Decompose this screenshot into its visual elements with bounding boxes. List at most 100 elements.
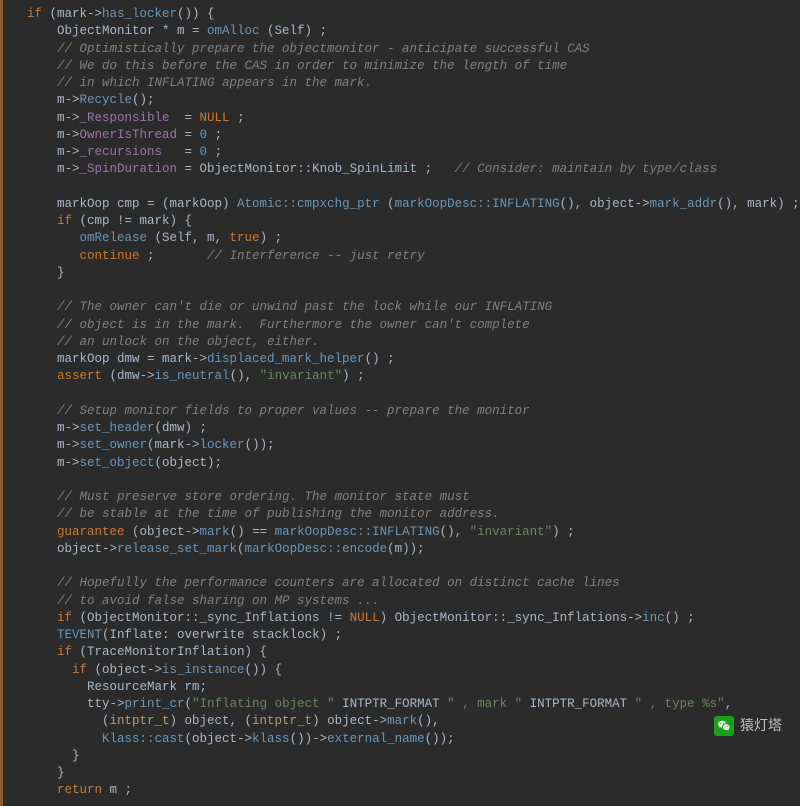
code-text: [27, 628, 57, 642]
code-text: m->: [27, 456, 80, 470]
keyword-null: NULL: [350, 611, 380, 625]
code-text: tty->: [27, 697, 125, 711]
code-text: (object);: [155, 456, 223, 470]
comment: // in which INFLATING appears in the mar…: [27, 76, 372, 90]
method-call: markOopDesc::INFLATING: [275, 525, 440, 539]
code-text: (: [185, 697, 193, 711]
method-call: Atomic::cmpxchg_ptr: [237, 197, 380, 211]
member: _SpinDuration: [80, 162, 178, 176]
keyword-if: if: [27, 214, 72, 228]
code-text: m->: [27, 438, 80, 452]
comment: // Hopefully the performance counters ar…: [27, 576, 620, 590]
member: OwnerIsThread: [80, 128, 178, 142]
code-text: }: [27, 766, 65, 780]
comment: // The owner can't die or unwind past th…: [27, 300, 552, 314]
member: _recursions: [80, 145, 163, 159]
watermark-label: 猿灯塔: [740, 716, 782, 735]
code-text: =: [162, 145, 200, 159]
code-text: ;: [140, 249, 208, 263]
code-text: ) object->: [312, 714, 387, 728]
keyword-assert: assert: [57, 369, 102, 383]
method-call: mark: [387, 714, 417, 728]
code-text: (: [237, 542, 245, 556]
code-text: INTPTR_FORMAT: [522, 697, 635, 711]
code-text: (Self) ;: [260, 24, 328, 38]
code-text: m->: [27, 421, 80, 435]
string: "Inflating object ": [192, 697, 335, 711]
code-text: }: [27, 749, 80, 763]
number: 0: [200, 128, 208, 142]
comment: // Interference -- just retry: [207, 249, 425, 263]
method-call: displaced_mark_helper: [207, 352, 365, 366]
method-call: mark: [200, 525, 230, 539]
code-text: (Inflate: overwrite stacklock) ;: [102, 628, 342, 642]
code-text: m->: [27, 93, 80, 107]
code-text: (ObjectMonitor::_sync_Inflations !=: [72, 611, 350, 625]
code-text: () ==: [230, 525, 275, 539]
method-call: set_header: [80, 421, 155, 435]
code-text: ) ;: [552, 525, 575, 539]
method-call: external_name: [327, 732, 425, 746]
code-text: (dmw->: [102, 369, 155, 383]
comment: // Must preserve store ordering. The mon…: [27, 490, 470, 504]
macro-call: TEVENT: [57, 628, 102, 642]
code-editor[interactable]: if (mark->has_locker()) { ObjectMonitor …: [0, 0, 800, 806]
method-call: omRelease: [80, 231, 148, 245]
code-text: (TraceMonitorInflation) {: [72, 645, 267, 659]
method-call: has_locker: [102, 7, 177, 21]
string: "invariant": [260, 369, 343, 383]
code-text: ,: [725, 697, 733, 711]
code-text: =: [177, 128, 200, 142]
code-text: m->: [27, 111, 80, 125]
code-text: INTPTR_FORMAT: [335, 697, 448, 711]
code-text: ()) {: [245, 663, 283, 677]
code-text: ) object, (: [170, 714, 253, 728]
keyword-if: if: [27, 663, 87, 677]
method-call: release_set_mark: [117, 542, 237, 556]
watermark: 猿灯塔: [714, 716, 782, 736]
code-text: [27, 231, 80, 245]
code-text: [27, 369, 57, 383]
keyword-if: if: [27, 645, 72, 659]
string: "invariant": [470, 525, 553, 539]
comment: // Setup monitor fields to proper values…: [27, 404, 530, 418]
keyword-continue: continue: [80, 249, 140, 263]
code-text: markOop cmp = (markOop): [27, 197, 237, 211]
code-text: [27, 249, 80, 263]
code-text: ()) {: [177, 7, 215, 21]
keyword-true: true: [230, 231, 260, 245]
code-text: }: [27, 266, 65, 280]
string: " , type %s": [635, 697, 725, 711]
code-text: (mark->: [42, 7, 102, 21]
code-text: ();: [132, 93, 155, 107]
method-call: print_cr: [125, 697, 185, 711]
code-text: (object->: [125, 525, 200, 539]
comment: // be stable at the time of publishing t…: [27, 507, 500, 521]
method-call: set_object: [80, 456, 155, 470]
code-text: (),: [440, 525, 470, 539]
code-text: (m));: [387, 542, 425, 556]
comment: // to avoid false sharing on MP systems …: [27, 594, 380, 608]
keyword-null: NULL: [200, 111, 230, 125]
code-text: markOop dmw = mark->: [27, 352, 207, 366]
keyword-if: if: [27, 611, 72, 625]
comment: // an unlock on the object, either.: [27, 335, 320, 349]
code-text: (),: [417, 714, 440, 728]
keyword-guarantee: guarantee: [57, 525, 125, 539]
method-call: omAlloc: [207, 24, 260, 38]
string: " , mark ": [447, 697, 522, 711]
comment: // We do this before the CAS in order to…: [27, 59, 567, 73]
code-text: ObjectMonitor * m =: [27, 24, 207, 38]
code-text: object->: [27, 542, 117, 556]
comment: // Optimistically prepare the objectmoni…: [27, 42, 590, 56]
code-text: = ObjectMonitor::Knob_SpinLimit ;: [177, 162, 455, 176]
method-call: markOopDesc::encode: [245, 542, 388, 556]
method-call: Klass::cast: [102, 732, 185, 746]
code-text: m->: [27, 128, 80, 142]
method-call: is_instance: [162, 663, 245, 677]
method-call: markOopDesc::INFLATING: [395, 197, 560, 211]
code-text: () ;: [665, 611, 695, 625]
wechat-icon: [714, 716, 734, 736]
code-text: (: [380, 197, 395, 211]
method-call: mark_addr: [650, 197, 718, 211]
